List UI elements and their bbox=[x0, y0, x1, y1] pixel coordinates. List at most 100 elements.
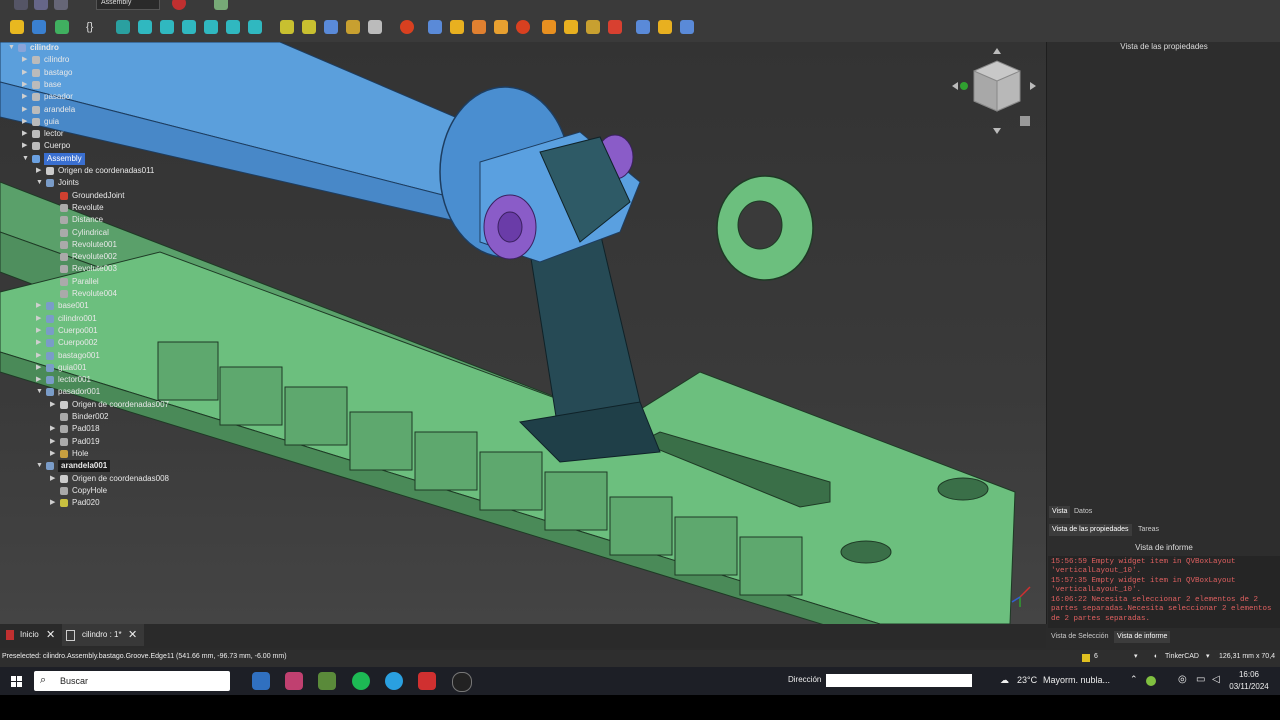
clock-time[interactable]: 16:06 bbox=[1229, 670, 1269, 679]
explode-icon[interactable] bbox=[324, 20, 338, 34]
tab-vista[interactable]: Vista bbox=[1049, 506, 1071, 518]
view-top-icon[interactable] bbox=[182, 20, 196, 34]
screw-joint-icon[interactable] bbox=[658, 20, 672, 34]
view-rear-icon[interactable] bbox=[226, 20, 240, 34]
taskbar-search[interactable]: ⌕ Buscar bbox=[34, 671, 230, 691]
chevron-right-icon[interactable]: ▶ bbox=[50, 448, 58, 460]
browser-icon[interactable] bbox=[285, 672, 303, 690]
close-icon[interactable]: ✕ bbox=[46, 628, 55, 641]
chevron-down-icon[interactable]: ▼ bbox=[36, 386, 44, 398]
slider-joint-icon[interactable] bbox=[494, 20, 508, 34]
chevron-down-icon[interactable]: ▼ bbox=[22, 153, 30, 165]
chevron-right-icon[interactable]: ▶ bbox=[50, 473, 58, 485]
angle-joint-icon[interactable] bbox=[608, 20, 622, 34]
chevron-right-icon[interactable]: ▶ bbox=[22, 128, 30, 140]
tab-datos[interactable]: Datos bbox=[1071, 506, 1095, 518]
chevron-right-icon[interactable]: ▶ bbox=[22, 54, 30, 66]
navigation-cube[interactable] bbox=[952, 46, 1042, 136]
table-icon[interactable] bbox=[368, 20, 382, 34]
fixed-joint-icon[interactable] bbox=[428, 20, 442, 34]
tab-property-view[interactable]: Vista de las propiedades bbox=[1049, 524, 1132, 536]
record-macro-icon[interactable] bbox=[172, 0, 186, 10]
bom-icon[interactable] bbox=[346, 20, 360, 34]
weather-description[interactable]: Mayorm. nubla... bbox=[1043, 675, 1110, 685]
volume-icon[interactable]: ◁ bbox=[1212, 674, 1220, 685]
chevron-down-icon[interactable]: ▾ bbox=[1134, 652, 1138, 660]
tray-app-icon[interactable] bbox=[1146, 676, 1156, 686]
tree-node-icon bbox=[60, 216, 68, 225]
open-file-icon[interactable] bbox=[34, 0, 48, 10]
freecad-taskbar-icon[interactable] bbox=[418, 672, 436, 690]
save-icon[interactable] bbox=[54, 0, 68, 10]
insert-component-icon[interactable] bbox=[280, 20, 294, 34]
view-isometric-icon[interactable] bbox=[138, 20, 152, 34]
run-macro-icon[interactable] bbox=[214, 0, 228, 10]
chevron-right-icon[interactable]: ▶ bbox=[36, 300, 44, 312]
chevron-right-icon[interactable]: ▶ bbox=[22, 79, 30, 91]
group-icon[interactable] bbox=[32, 20, 46, 34]
rack-pinion-icon[interactable] bbox=[636, 20, 650, 34]
spotify-icon[interactable] bbox=[352, 672, 370, 690]
perpendicular-joint-icon[interactable] bbox=[586, 20, 600, 34]
chevron-right-icon[interactable]: ▶ bbox=[22, 116, 30, 128]
telegram-icon[interactable] bbox=[385, 672, 403, 690]
chevron-right-icon[interactable]: ▶ bbox=[50, 399, 58, 411]
chevron-down-icon[interactable]: ▼ bbox=[36, 177, 44, 189]
tab-selection-view[interactable]: Vista de Selección bbox=[1048, 631, 1111, 643]
close-icon[interactable]: ✕ bbox=[128, 628, 137, 641]
ball-joint-icon[interactable] bbox=[516, 20, 530, 34]
report-line: partes separadas.Necesita seleccionar 2 … bbox=[1051, 605, 1272, 613]
navigation-style[interactable]: TinkerCAD bbox=[1165, 653, 1199, 660]
cylindrical-joint-icon[interactable] bbox=[472, 20, 486, 34]
tree-node-icon bbox=[32, 154, 40, 163]
chevron-up-icon[interactable]: ⌃ bbox=[1130, 674, 1138, 685]
minecraft-icon[interactable] bbox=[318, 672, 336, 690]
obs-icon[interactable] bbox=[452, 672, 472, 692]
chevron-right-icon[interactable]: ▶ bbox=[22, 67, 30, 79]
gears-joint-icon[interactable] bbox=[680, 20, 694, 34]
chevron-right-icon[interactable]: ▶ bbox=[36, 374, 44, 386]
macro-braces-icon[interactable]: {} bbox=[86, 20, 100, 34]
chevron-right-icon[interactable]: ▶ bbox=[22, 104, 30, 116]
chevron-right-icon[interactable]: ▶ bbox=[36, 165, 44, 177]
distance-joint-icon[interactable] bbox=[542, 20, 556, 34]
chevron-right-icon[interactable]: ▶ bbox=[50, 423, 58, 435]
file-explorer-icon[interactable] bbox=[252, 672, 270, 690]
chevron-down-icon[interactable]: ▾ bbox=[1206, 652, 1210, 660]
clock-date[interactable]: 03/11/2024 bbox=[1227, 682, 1271, 691]
link-icon[interactable] bbox=[55, 20, 69, 34]
chevron-right-icon[interactable]: ▶ bbox=[36, 362, 44, 374]
windows-start-icon[interactable] bbox=[11, 676, 22, 687]
display-icon[interactable]: ▭ bbox=[1196, 674, 1205, 685]
tab-inicio[interactable]: Inicio bbox=[20, 630, 39, 639]
view-fit-icon[interactable] bbox=[116, 20, 130, 34]
revolute-joint-icon[interactable] bbox=[450, 20, 464, 34]
view-bottom-icon[interactable] bbox=[248, 20, 262, 34]
chevron-down-icon[interactable]: ▼ bbox=[8, 42, 16, 54]
view-front-icon[interactable] bbox=[160, 20, 174, 34]
chevron-right-icon[interactable]: ▶ bbox=[36, 313, 44, 325]
network-icon[interactable]: ◎ bbox=[1178, 674, 1187, 685]
part-icon[interactable] bbox=[10, 20, 24, 34]
chevron-right-icon[interactable]: ▶ bbox=[36, 350, 44, 362]
chevron-right-icon[interactable]: ▶ bbox=[50, 436, 58, 448]
chevron-right-icon[interactable]: ▶ bbox=[36, 337, 44, 349]
chevron-right-icon[interactable]: ▶ bbox=[50, 497, 58, 509]
ground-joint-icon[interactable] bbox=[400, 20, 414, 34]
chevron-down-icon[interactable]: ▼ bbox=[36, 460, 44, 472]
chevron-right-icon[interactable]: ▶ bbox=[22, 140, 30, 152]
view-right-icon[interactable] bbox=[204, 20, 218, 34]
tree-node-icon bbox=[32, 130, 40, 139]
chevron-right-icon[interactable]: ▶ bbox=[36, 325, 44, 337]
chevron-right-icon[interactable]: ▶ bbox=[22, 91, 30, 103]
tab-tasks[interactable]: Tareas bbox=[1135, 524, 1162, 536]
tab-cilindro[interactable]: cilindro : 1* ✕ bbox=[62, 624, 144, 646]
workbench-selector[interactable]: Assembly bbox=[96, 0, 160, 10]
weather-temperature[interactable]: 23°C bbox=[1017, 675, 1037, 685]
address-input[interactable] bbox=[826, 674, 972, 687]
tree-item-label: arandela bbox=[44, 104, 76, 114]
tab-report-view[interactable]: Vista de informe bbox=[1114, 631, 1171, 643]
solve-assembly-icon[interactable] bbox=[302, 20, 316, 34]
parallel-joint-icon[interactable] bbox=[564, 20, 578, 34]
new-file-icon[interactable] bbox=[14, 0, 28, 10]
